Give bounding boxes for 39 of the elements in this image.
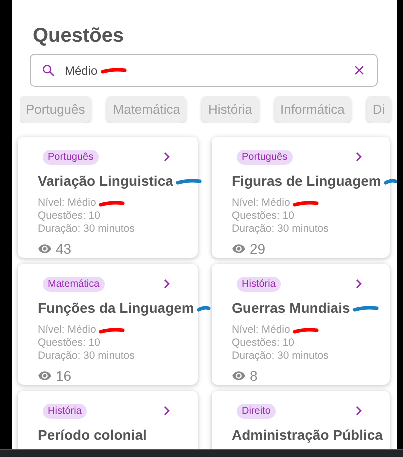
duration-text: Duração: 30 minutos [38,350,136,363]
questions-count: Questões: 10 [232,337,296,350]
eye-icon [232,242,246,256]
level-text: Nível: Médio [38,324,96,337]
card-title: Funções da Linguagem [38,298,194,319]
search-icon [41,62,57,78]
view-count: 43 [56,242,72,256]
questions-count: Questões: 10 [38,337,102,350]
subject-tag: Direito [237,404,276,418]
card-title: Variação Linguistica [38,171,174,192]
subject-tag: Matemática [43,276,105,292]
question-card[interactable]: História Período colonial [18,391,198,449]
view-count: 29 [250,242,266,256]
questions-count: Questões: 10 [232,210,296,223]
subject-tag: Português [237,150,293,164]
search-field[interactable]: Médio [30,54,378,87]
search-value: Médio [65,62,98,80]
card-title: Figuras de Linguagem [232,171,382,192]
question-card[interactable]: História Guerras Mundiais Nível: Médio Questões: 10 Duração: 30 minutos 8 [212,264,390,385]
page-title: Questões [33,24,124,48]
view-count: 16 [56,369,72,383]
subject-tag: Português [43,150,99,164]
duration-text: Duração: 30 minutos [232,350,330,363]
duration-text: Duração: 30 minutos [38,223,136,236]
view-count: 8 [250,369,258,383]
questions-count: Questões: 10 [38,210,102,223]
level-text: Nível: Médio [232,197,290,210]
card-title: Período colonial [38,426,147,445]
eye-icon [232,369,246,383]
level-text: Nível: Médio [232,324,290,337]
duration-text: Duração: 30 minutos [232,223,330,236]
subject-tag: História [237,276,281,292]
card-title: Guerras Mundiais [232,298,350,319]
question-card[interactable]: Direito Administração Pública [212,391,390,449]
eye-icon [38,242,52,256]
card-title: Administração Pública [232,426,383,445]
subject-tag: História [43,404,87,418]
level-text: Nível: Médio [38,197,96,210]
eye-icon [38,369,52,383]
